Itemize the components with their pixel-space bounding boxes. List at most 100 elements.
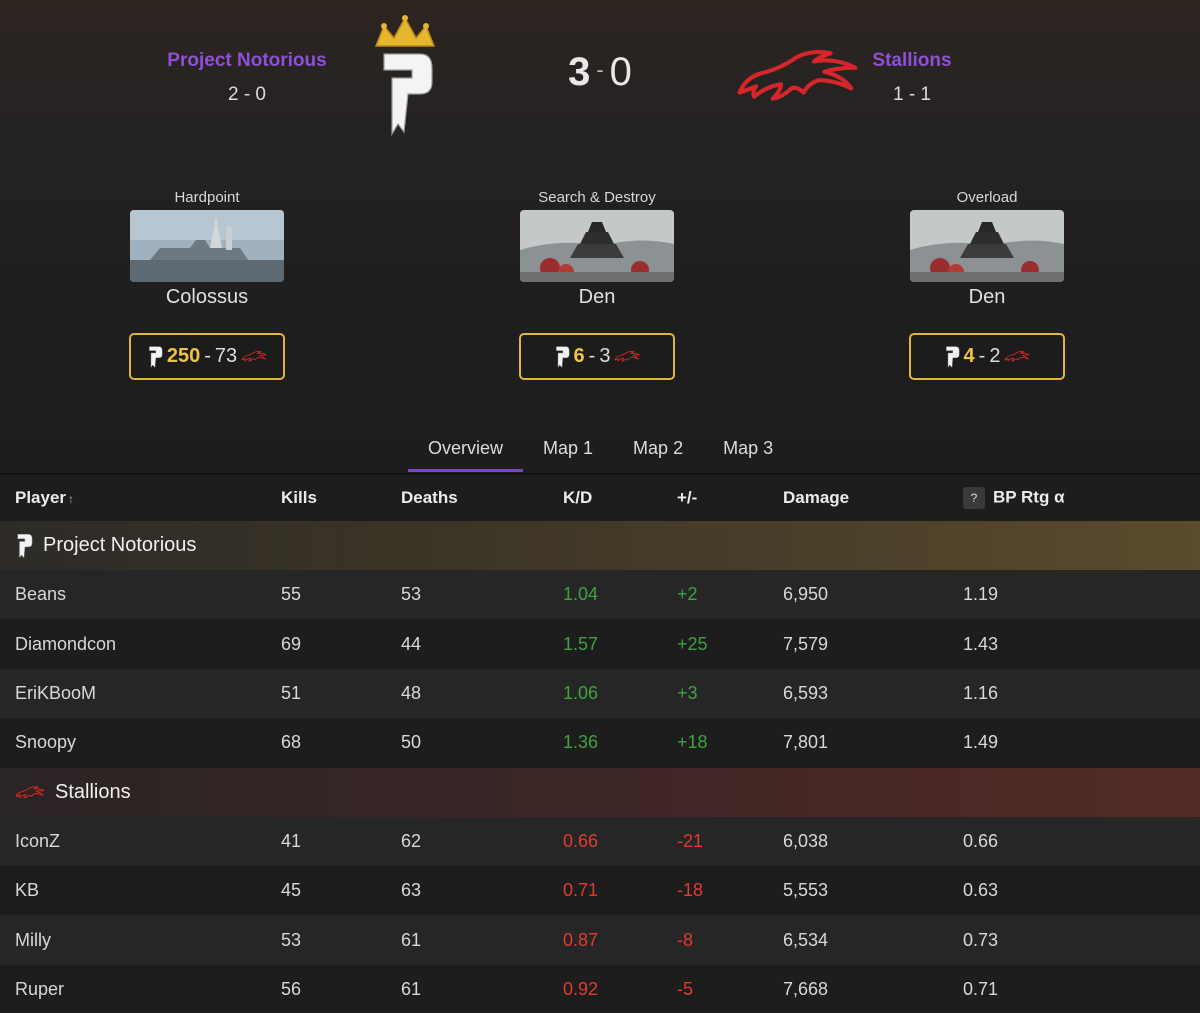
deaths: 61 [401,929,422,950]
kills: 45 [281,880,302,901]
project-notorious-logo-icon [944,345,960,369]
bp-rating: 1.49 [963,732,999,753]
table-row: KB 45 63 0.71 -18 5,553 0.63 [0,866,1200,915]
stallions-logo-icon [1004,350,1030,363]
map-score-team1: 250 [166,345,201,367]
team1-logo[interactable] [370,12,440,137]
project-notorious-logo-icon [374,15,436,137]
team2-record: 1 - 1 [892,84,932,105]
team2-series-score: 0 [609,50,632,94]
table-row: Beans 55 53 1.04 +2 6,950 1.19 [0,570,1200,620]
team1-record: 2 - 0 [227,84,267,105]
map-card-3[interactable]: Overload Den [907,186,1067,309]
map-name: Colossus [165,286,249,308]
player-name[interactable]: Ruper [15,979,64,1000]
damage: 7,668 [783,978,829,999]
stallions-logo-icon [15,785,45,800]
kd: 0.71 [563,880,599,901]
player-name[interactable]: EriKBooM [15,683,96,704]
plus-minus: -8 [677,929,694,950]
player-stats-table: Player ↑ Kills Deaths K/D +/- Damage ? BP … [0,473,1200,1013]
player-name[interactable]: Beans [15,584,66,605]
column-kd[interactable]: K/D [563,488,592,508]
team-group-header: Project Notorious [0,521,1200,570]
stallions-logo-icon [241,350,267,363]
tab-overview[interactable]: Overview [408,430,524,472]
player-name[interactable]: KB [15,880,39,901]
team-group-label: Stallions [15,781,131,804]
table-row: EriKBooM 51 48 1.06 +3 6,593 1.16 [0,668,1200,719]
column-plus-minus[interactable]: +/- [677,488,697,508]
kd: 1.57 [563,633,599,654]
kills: 56 [281,978,302,999]
kills: 41 [281,830,302,851]
plus-minus: -18 [677,880,704,901]
table-row: Ruper 56 61 0.92 -5 7,668 0.71 [0,965,1200,1013]
bp-rating: 1.16 [963,682,999,703]
deaths: 44 [401,633,422,654]
stats-tabs: Overview Map 1 Map 2 Map 3 [408,430,793,472]
column-deaths[interactable]: Deaths [401,488,458,508]
map-score-separator: - [978,345,986,367]
team-group-label: Project Notorious [15,532,196,560]
damage: 6,950 [783,584,829,605]
column-kills[interactable]: Kills [281,488,317,508]
kills: 68 [281,732,302,753]
deaths: 63 [401,880,422,901]
damage: 6,534 [783,929,829,950]
damage: 7,579 [783,633,829,654]
kills: 53 [281,929,302,950]
team1-series-score: 3 [568,50,591,94]
bp-rating: 0.73 [963,929,999,950]
player-name[interactable]: Milly [15,930,51,951]
map-score-separator: - [588,345,596,367]
player-name[interactable]: IconZ [15,831,60,852]
table-row: IconZ 41 62 0.66 -21 6,038 0.66 [0,816,1200,866]
kd: 0.66 [563,830,599,851]
team1-name[interactable]: Project Notorious [137,50,357,72]
tab-map-3[interactable]: Map 3 [703,430,793,472]
kd: 0.92 [563,978,599,999]
damage: 7,801 [783,732,829,753]
kd: 1.06 [563,682,599,703]
map-score-team2: 3 [599,345,611,367]
sort-ascending-icon: ↑ [68,492,75,506]
table-header: Player ↑ Kills Deaths K/D +/- Damage ? BP … [0,473,1200,521]
team-group-name: Project Notorious [43,534,197,556]
map-thumbnail-den [910,210,1064,282]
plus-minus: +2 [677,584,698,605]
map-score-team2: 2 [989,345,1001,367]
kd: 1.04 [563,584,599,605]
kd: 1.36 [563,732,599,753]
bp-rating: 0.66 [963,830,999,851]
tab-map-1[interactable]: Map 1 [523,430,613,472]
column-player[interactable]: Player ↑ [15,488,74,508]
project-notorious-logo-icon [554,345,570,369]
deaths: 62 [401,830,422,851]
bp-rating: 0.63 [963,880,999,901]
kills: 69 [281,633,302,654]
column-damage[interactable]: Damage [783,488,849,508]
team2-name[interactable]: Stallions [802,50,1022,72]
series-score-separator: - [596,57,604,82]
plus-minus: -21 [677,830,704,851]
series-score: 3-0 [540,50,660,95]
tab-map-2[interactable]: Map 2 [613,430,703,472]
column-bp-rating[interactable]: ? BP Rtg α [963,487,1065,509]
player-name[interactable]: Snoopy [15,732,76,753]
map-thumbnail-den [520,210,674,282]
plus-minus: +18 [677,732,708,753]
deaths: 48 [401,682,422,703]
map-card-1[interactable]: Hardpoint Colossus [127,186,287,309]
map-score-team1: 4 [963,345,975,367]
plus-minus: -5 [677,978,694,999]
player-name[interactable]: Diamondcon [15,634,116,655]
map-mode: Search & Destroy [538,189,656,206]
deaths: 50 [401,732,422,753]
team-group-header: Stallions [0,767,1200,817]
help-icon[interactable]: ? [963,487,985,509]
map-card-2[interactable]: Search & Destroy Den [517,186,677,309]
damage: 6,038 [783,830,829,851]
map-score-3: 4 - 2 [909,333,1065,380]
bp-rating: 1.43 [963,633,999,654]
